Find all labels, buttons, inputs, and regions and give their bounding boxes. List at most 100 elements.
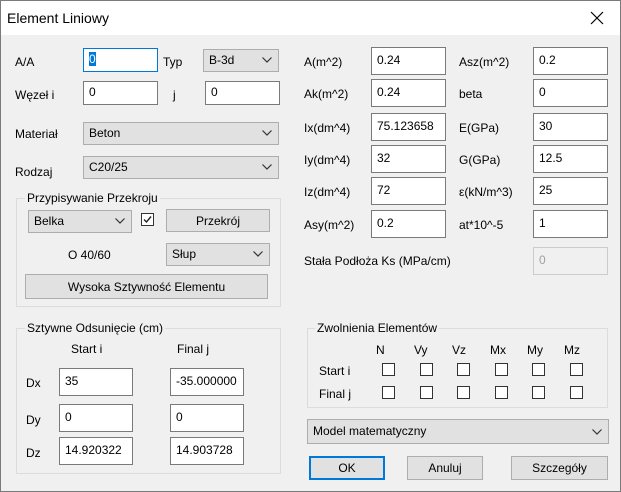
prop-g-input[interactable]: 12.5 — [533, 145, 608, 173]
release-col-header: Vz — [452, 343, 467, 357]
section-type-value: Belka — [34, 214, 65, 228]
high-stiffness-button[interactable]: Wysoka Sztywność Elementu — [25, 274, 268, 299]
ks-label: Stała Podłoża Ks (MPa/cm) — [304, 254, 451, 268]
typ-select[interactable]: B-3d — [203, 49, 279, 72]
dy-start-input[interactable]: 0 — [59, 404, 133, 432]
model-select[interactable]: Model matematyczny — [307, 419, 609, 444]
aa-label: A/A — [15, 55, 35, 69]
prop-iy-input[interactable]: 32 — [371, 145, 446, 173]
release-final-n-checkbox[interactable] — [382, 386, 395, 399]
prop-asy-input[interactable]: 0.2 — [371, 210, 446, 238]
section-type-select[interactable]: Belka — [28, 210, 132, 233]
prop-label: Asy(m^2) — [304, 218, 355, 232]
prop-ix-input[interactable]: 75.123658 — [371, 113, 446, 141]
dz-start-input[interactable]: 14.920322 — [59, 437, 133, 465]
release-col-header: Mx — [490, 343, 506, 357]
release-start-mz-checkbox[interactable] — [570, 363, 583, 376]
release-final-vy-checkbox[interactable] — [420, 386, 433, 399]
prop-label: G(GPa) — [459, 153, 501, 167]
prop-beta-input[interactable]: 0 — [533, 79, 608, 107]
offset-row-label: Dy — [26, 413, 41, 427]
chevron-down-icon — [115, 218, 125, 224]
release-final-my-checkbox[interactable] — [532, 386, 545, 399]
chevron-down-icon — [262, 164, 272, 170]
section-name: O 40/60 — [68, 248, 111, 262]
typ-value: B-3d — [209, 53, 235, 67]
dy-final-input[interactable]: 0 — [170, 404, 244, 432]
release-row-label: Final j — [319, 387, 352, 401]
releases-title: Zwolnienia Elementów — [315, 321, 440, 335]
chevron-down-icon — [253, 251, 263, 257]
aa-input[interactable]: 0 — [83, 48, 158, 72]
j-label: j — [173, 88, 176, 102]
material-value: Beton — [89, 126, 121, 140]
prop-label: beta — [459, 87, 483, 101]
release-col-header: My — [527, 343, 543, 357]
prop-label: Ix(dm^4) — [304, 121, 351, 135]
close-icon — [590, 11, 604, 25]
offset-start-header: Start i — [71, 342, 103, 356]
chevron-down-icon — [592, 429, 602, 435]
window-title: Element Liniowy — [7, 10, 109, 26]
material-select[interactable]: Beton — [83, 122, 279, 145]
release-col-header: N — [376, 343, 385, 357]
section-checkbox[interactable] — [141, 213, 154, 226]
prop-asz-input[interactable]: 0.2 — [533, 47, 608, 75]
element-kind-select[interactable]: Słup — [166, 243, 270, 266]
release-final-mx-checkbox[interactable] — [495, 386, 508, 399]
prop-label: Ak(m^2) — [304, 87, 349, 101]
rodzaj-value: C20/25 — [89, 160, 128, 174]
ks-input: 0 — [533, 247, 608, 275]
release-final-vz-checkbox[interactable] — [457, 386, 470, 399]
release-start-my-checkbox[interactable] — [532, 363, 545, 376]
release-start-vz-checkbox[interactable] — [457, 363, 470, 376]
prop-iz-input[interactable]: 72 — [371, 177, 446, 205]
prop-a-input[interactable]: 0.24 — [371, 47, 446, 75]
prop-label: ε(kN/m^3) — [459, 185, 513, 199]
prop-label: Iy(dm^4) — [304, 153, 351, 167]
model-value: Model matematyczny — [313, 424, 427, 438]
prop-label: Asz(m^2) — [459, 55, 510, 69]
chevron-down-icon — [262, 130, 272, 136]
release-start-mx-checkbox[interactable] — [495, 363, 508, 376]
prop-label: A(m^2) — [304, 55, 343, 69]
prop-at-input[interactable]: 1 — [533, 210, 608, 238]
offset-final-header: Final j — [177, 342, 210, 356]
przekroj-button[interactable]: Przekrój — [166, 209, 270, 232]
wezel-label: Węzeł i — [15, 88, 55, 102]
prop-e-input[interactable]: 30 — [533, 113, 608, 141]
release-col-header: Mz — [564, 343, 580, 357]
chevron-down-icon — [262, 57, 272, 63]
dz-final-input[interactable]: 14.903728 — [170, 437, 244, 465]
typ-label: Typ — [163, 55, 183, 69]
ok-button[interactable]: OK — [309, 456, 385, 480]
title-bar: Element Liniowy — [1, 1, 620, 35]
close-button[interactable] — [574, 1, 620, 35]
rodzaj-select[interactable]: C20/25 — [83, 156, 279, 179]
release-final-mz-checkbox[interactable] — [570, 386, 583, 399]
release-row-label: Start i — [319, 364, 351, 378]
section-assign-title: Przypisywanie Przekroju — [25, 191, 160, 205]
release-start-vy-checkbox[interactable] — [420, 363, 433, 376]
prop-label: E(GPa) — [459, 121, 500, 135]
material-label: Materiał — [15, 127, 58, 141]
wezel-input[interactable]: 0 — [83, 81, 158, 105]
dx-start-input[interactable]: 35 — [59, 368, 133, 396]
element-kind-value: Słup — [172, 247, 197, 261]
prop-label: Iz(dm^4) — [304, 185, 351, 199]
release-start-n-checkbox[interactable] — [382, 363, 395, 376]
rodzaj-label: Rodzaj — [15, 165, 53, 179]
prop-label: at*10^-5 — [459, 218, 504, 232]
offset-row-label: Dz — [26, 446, 41, 460]
cancel-button[interactable]: Anuluj — [407, 456, 483, 480]
dx-final-input[interactable]: -35.000000 — [170, 368, 244, 396]
aa-value: 0 — [89, 52, 96, 66]
release-col-header: Vy — [414, 343, 428, 357]
prop-epsilon-input[interactable]: 25 — [533, 177, 608, 205]
details-button[interactable]: Szczegóły — [511, 456, 608, 480]
prop-ak-input[interactable]: 0.24 — [371, 79, 446, 107]
offset-row-label: Dx — [26, 376, 41, 390]
rigid-offset-title: Sztywne Odsunięcie (cm) — [25, 321, 166, 335]
checkmark-icon — [143, 216, 152, 224]
j-input[interactable]: 0 — [205, 81, 280, 105]
